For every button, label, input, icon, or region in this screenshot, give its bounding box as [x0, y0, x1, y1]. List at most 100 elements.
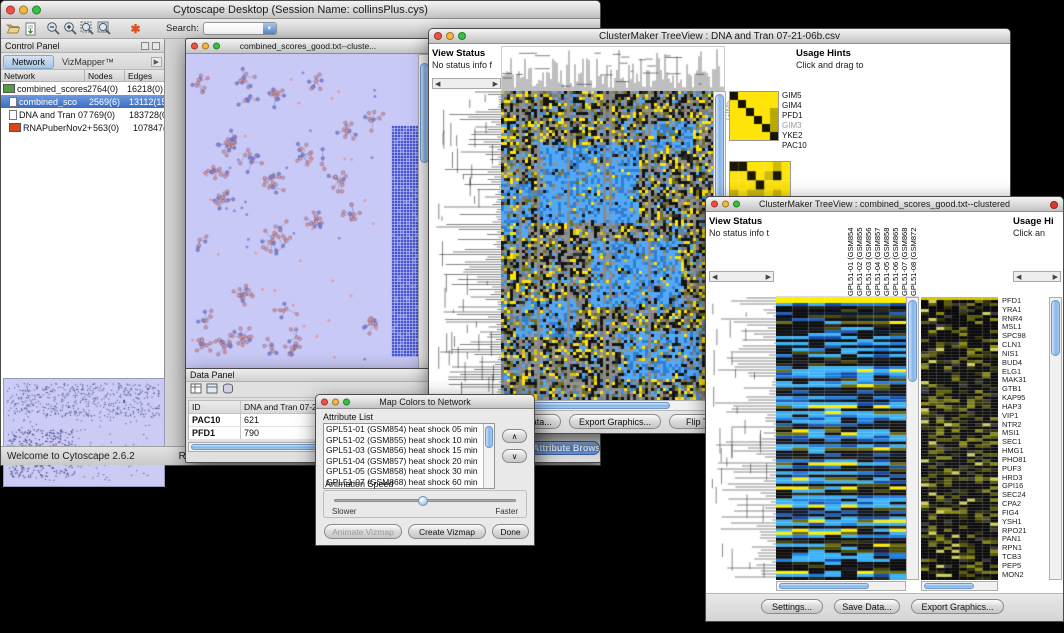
view-status-scrollbar[interactable]: ◀▶	[709, 271, 774, 282]
main-titlebar[interactable]: Cytoscape Desktop (Session Name: collins…	[1, 1, 600, 19]
close-icon[interactable]	[191, 43, 198, 50]
done-button[interactable]: Done	[492, 524, 529, 539]
open-folder-icon[interactable]	[5, 21, 22, 37]
network-name: combined_scores	[17, 84, 87, 94]
tab-vizmapper[interactable]: VizMapper™	[56, 56, 120, 68]
treeview1-titlebar[interactable]: ClusterMaker TreeView : DNA and Tran 07-…	[429, 29, 1010, 44]
scrollbar-thumb[interactable]	[924, 583, 974, 589]
network-tree-row[interactable]: combined_scores2764(0)16218(0)	[1, 82, 164, 95]
tab-overflow-icon[interactable]: ▶	[151, 57, 162, 67]
slider-thumb[interactable]	[418, 496, 428, 506]
speed-slider[interactable]	[334, 499, 516, 502]
table-header-id[interactable]: ID	[189, 401, 241, 413]
settings-button[interactable]: Settings...	[761, 599, 823, 614]
close-icon[interactable]	[711, 201, 718, 208]
animation-speed-group: Slower Faster	[323, 490, 527, 518]
zoom-window-icon[interactable]	[458, 32, 466, 40]
network-nodes: 563(0)	[93, 123, 133, 133]
zoom-selected-icon[interactable]	[96, 21, 113, 37]
row-dendrogram-canvas[interactable]	[433, 91, 501, 400]
heatmap2-horizontal-scrollbar[interactable]	[776, 581, 906, 591]
gene-list-scrollbar[interactable]	[1049, 297, 1062, 580]
attribute-list-item[interactable]: GPL51-02 (GSM855) heat shock 10 min	[324, 435, 483, 446]
close-icon[interactable]	[321, 398, 328, 405]
import-network-icon[interactable]	[22, 21, 39, 37]
zoom-window-icon[interactable]	[733, 201, 740, 208]
minimize-icon[interactable]	[202, 43, 209, 50]
search-combobox[interactable]: ▼	[203, 22, 277, 35]
zoom-in-icon[interactable]	[62, 21, 79, 37]
close-icon[interactable]	[6, 5, 15, 14]
plugin-starburst-icon[interactable]: ✱	[127, 21, 144, 37]
tab-network[interactable]: Network	[3, 55, 54, 69]
map-colors-titlebar[interactable]: Map Colors to Network	[316, 395, 534, 409]
button-label: Save Data...	[842, 602, 892, 612]
cluster-matrix-canvas-1[interactable]	[729, 91, 779, 141]
network-window-titlebar[interactable]: combined_scores_good.txt--cluste...	[186, 39, 430, 54]
treeview2-titlebar[interactable]: ClusterMaker TreeView : combined_scores_…	[706, 197, 1063, 212]
animate-vizmap-button[interactable]: Animate Vizmap	[324, 524, 402, 539]
gene-label: PHO81	[1002, 456, 1046, 465]
column-header-edges[interactable]: Edges	[125, 70, 164, 81]
close-icon[interactable]	[434, 32, 442, 40]
attribute-list-item[interactable]: GPL51-01 (GSM854) heat shock 05 min	[324, 424, 483, 435]
secondary-horizontal-scrollbar[interactable]	[921, 581, 998, 591]
create-attribute-icon[interactable]	[206, 381, 218, 399]
scroll-left-icon[interactable]: ◀	[1016, 273, 1021, 281]
network-tree-row[interactable]: RNAPuberNov2+563(0)107847(0)	[1, 121, 164, 134]
scrollbar-thumb[interactable]	[485, 426, 493, 448]
attribute-list-item[interactable]: GPL51-04 (GSM857) heat shock 20 min	[324, 456, 483, 467]
network-tree-row[interactable]: DNA and Tran 07769(0)183728(0)	[1, 108, 164, 121]
search-label: Search:	[166, 23, 199, 34]
save-data-button[interactable]: Save Data...	[834, 599, 900, 614]
export-graphics-button[interactable]: Export Graphics...	[569, 414, 661, 429]
attribute-list-item[interactable]: GPL51-05 (GSM858) heat shock 30 min	[324, 466, 483, 477]
scrollbar-thumb[interactable]	[908, 300, 917, 382]
attribute-list-item[interactable]: GPL51-03 (GSM856) heat shock 15 min	[324, 445, 483, 456]
float-panel-icon[interactable]	[141, 42, 149, 50]
move-up-button[interactable]: ∧	[502, 429, 527, 443]
scroll-right-icon[interactable]: ▶	[1053, 273, 1058, 281]
scrollbar-thumb[interactable]	[530, 402, 670, 409]
minimize-icon[interactable]	[722, 201, 729, 208]
zoom-window-icon[interactable]	[32, 5, 41, 14]
attribute-list-scrollbar[interactable]	[483, 424, 494, 488]
view-status-scrollbar[interactable]: ◀▶	[432, 78, 501, 89]
zoom-out-icon[interactable]	[45, 21, 62, 37]
scroll-right-icon[interactable]: ▶	[493, 80, 498, 88]
create-vizmap-button[interactable]: Create Vizmap	[408, 524, 486, 539]
minimize-icon[interactable]	[332, 398, 339, 405]
minimize-icon[interactable]	[446, 32, 454, 40]
close-icon-right[interactable]	[1050, 201, 1058, 209]
column-dendrogram-canvas[interactable]	[501, 46, 725, 92]
secondary-heatmap-canvas[interactable]	[921, 297, 998, 580]
column-header-nodes[interactable]: Nodes	[85, 70, 125, 81]
scrollbar-thumb[interactable]	[779, 583, 869, 589]
network-graph-canvas[interactable]	[186, 54, 419, 369]
zoom-fit-icon[interactable]	[79, 21, 96, 37]
scroll-left-icon[interactable]: ◀	[712, 273, 717, 281]
zoom-window-icon[interactable]	[213, 43, 220, 50]
usage-hints-scrollbar[interactable]: ◀▶	[1013, 271, 1061, 282]
scroll-left-icon[interactable]: ◀	[435, 80, 440, 88]
zoom-window-icon[interactable]	[343, 398, 350, 405]
view-status-text: No status info f	[432, 60, 502, 71]
export-graphics-button[interactable]: Export Graphics...	[911, 599, 1004, 614]
move-down-button[interactable]: ∨	[502, 449, 527, 463]
heatmap2-vertical-scrollbar[interactable]	[906, 297, 919, 580]
minimize-icon[interactable]	[19, 5, 28, 14]
close-panel-icon[interactable]	[152, 42, 160, 50]
usage-hints-title: Usage Hi	[1013, 216, 1063, 228]
attribute-batch-icon[interactable]	[222, 381, 234, 399]
scroll-right-icon[interactable]: ▶	[766, 273, 771, 281]
scrollbar-thumb[interactable]	[1051, 300, 1060, 356]
chevron-down-icon[interactable]: ▼	[263, 23, 276, 34]
scrollbar-thumb[interactable]	[715, 94, 724, 212]
network-overview-canvas[interactable]	[3, 378, 165, 487]
network-tree-row[interactable]: combined_sco2569(6)13112(15)	[1, 95, 164, 108]
heatmap-canvas[interactable]	[501, 91, 713, 400]
heatmap-canvas-2[interactable]	[776, 297, 906, 580]
row-dendrogram-canvas-2[interactable]	[709, 297, 776, 580]
column-header-network[interactable]: Network	[1, 70, 85, 81]
select-attributes-icon[interactable]	[190, 381, 202, 399]
